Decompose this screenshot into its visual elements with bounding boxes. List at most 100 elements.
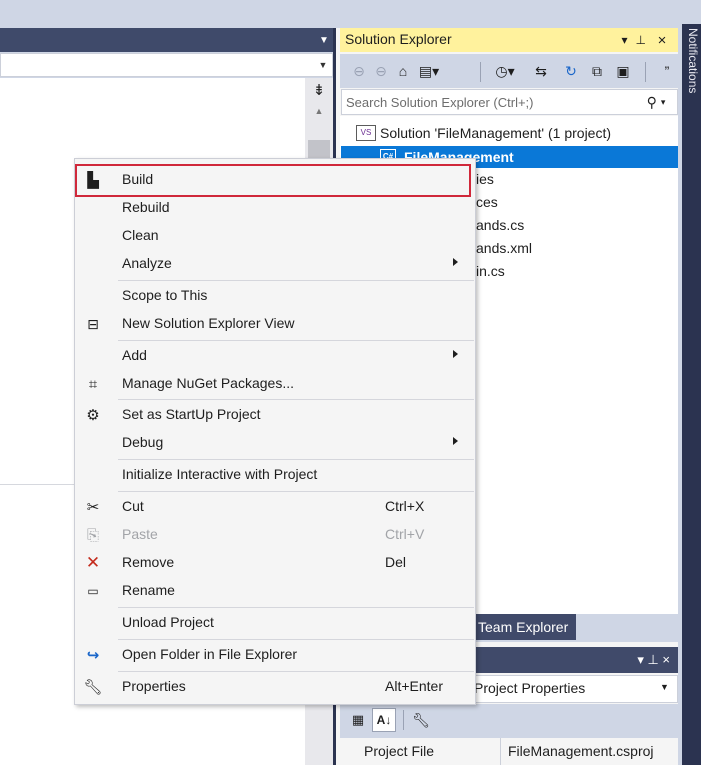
sync-icon[interactable]: ⇆ (530, 60, 552, 82)
menu-item-debug[interactable]: Debug (75, 429, 475, 457)
menu-item-label: Rename (122, 582, 175, 598)
menu-item-rebuild[interactable]: Rebuild (75, 194, 475, 222)
menu-item-label: Clean (122, 227, 159, 243)
menu-item-unload-project[interactable]: Unload Project (75, 609, 475, 637)
paste-icon: ⎘ (86, 526, 99, 544)
menu-item-label: Set as StartUp Project (122, 406, 261, 422)
menu-item-label: Unload Project (122, 614, 214, 630)
menu-item-paste[interactable]: ⎘ Paste Ctrl+V (75, 521, 475, 549)
tree-item[interactable]: ces (476, 191, 498, 213)
chevron-down-icon[interactable]: ▼ (660, 682, 669, 692)
alphabetical-icon[interactable]: A↓ (372, 708, 396, 732)
search-input[interactable] (346, 93, 626, 111)
wrench-icon: 🔧︎ (83, 679, 103, 696)
submenu-arrow-icon (453, 350, 458, 358)
menu-item-open-folder[interactable]: ↪ Open Folder in File Explorer (75, 641, 475, 669)
menu-item-add[interactable]: Add (75, 342, 475, 370)
tree-item[interactable]: in.cs (476, 260, 505, 282)
menu-item-shortcut: Ctrl+X (385, 498, 425, 514)
remove-icon: ✕ (85, 553, 101, 572)
menu-item-label: New Solution Explorer View (122, 315, 295, 331)
menu-item-cut[interactable]: ✂ Cut Ctrl+X (75, 493, 475, 521)
menu-item-label: Paste (122, 526, 158, 542)
tree-item[interactable]: ands.xml (476, 237, 532, 259)
tree-item-label: ands.cs (476, 217, 525, 233)
menu-item-label: Properties (122, 678, 186, 694)
close-icon[interactable]: × (652, 30, 672, 50)
menu-item-new-solution-explorer-view[interactable]: ⊟ New Solution Explorer View (75, 310, 475, 338)
solution-explorer-title: Solution Explorer (345, 31, 452, 47)
tree-item-label: ces (476, 194, 498, 210)
navigation-bar[interactable] (0, 53, 333, 77)
menu-item-manage-nuget[interactable]: ⌗ Manage NuGet Packages... (75, 370, 475, 398)
pending-changes-icon[interactable]: ◷▾ (490, 60, 520, 82)
property-pages-icon[interactable]: 🔧︎ (410, 709, 432, 731)
menu-item-label: Cut (122, 498, 144, 514)
auto-hide-pin-icon[interactable]: ⊥ (636, 33, 646, 47)
toolbar-separator (645, 62, 646, 82)
collapse-all-icon[interactable]: ⧉ (586, 60, 608, 82)
properties-window-controls[interactable]: ▾ ⊥ × (610, 650, 670, 670)
tree-item[interactable]: ands.cs (476, 214, 524, 236)
menu-separator (118, 639, 474, 640)
tree-item-label: Solution 'FileManagement' (1 project) (380, 125, 612, 141)
grid-column-separator (500, 738, 501, 765)
menu-separator (118, 459, 474, 460)
solution-icon: VS (356, 125, 376, 141)
refresh-icon[interactable]: ↻ (560, 60, 582, 82)
property-value[interactable]: FileManagement.csproj (508, 743, 654, 759)
forward-icon[interactable]: ⊖ (370, 60, 392, 82)
menu-separator (118, 491, 474, 492)
menu-item-label: Debug (122, 434, 164, 450)
navigation-dropdown-icon[interactable]: ▼ (316, 56, 330, 74)
menu-separator (118, 607, 474, 608)
toolbar-separator (403, 710, 404, 730)
menu-item-label: Initialize Interactive with Project (122, 466, 318, 482)
scissors-icon: ✂ (86, 499, 100, 516)
menu-separator (118, 280, 474, 281)
menu-item-shortcut: Del (385, 554, 407, 570)
menu-item-initialize-interactive[interactable]: Initialize Interactive with Project (75, 461, 475, 489)
rename-icon: ▭ (87, 584, 99, 598)
menu-item-shortcut: Alt+Enter (385, 678, 443, 694)
menu-separator (118, 399, 474, 400)
menu-item-rename[interactable]: ▭ Rename (75, 577, 475, 605)
more-icon[interactable]: ” (656, 60, 678, 82)
tree-item-label: ands.xml (476, 240, 533, 256)
split-editor-icon[interactable]: ⇟ (307, 80, 331, 100)
categorized-icon[interactable]: ▦ (348, 709, 368, 731)
document-tab-strip (0, 28, 336, 52)
menu-item-properties[interactable]: 🔧︎ Properties Alt+Enter (75, 673, 475, 701)
tree-item-solution[interactable]: VS Solution 'FileManagement' (1 project) (356, 122, 611, 144)
menu-item-label: Open Folder in File Explorer (122, 646, 298, 662)
show-all-files-icon[interactable]: ▣ (612, 60, 634, 82)
title-area (0, 0, 701, 24)
tab-list-dropdown-icon[interactable]: ▼ (314, 28, 334, 52)
open-folder-icon: ↪ (86, 647, 100, 664)
back-icon[interactable]: ⊖ (348, 60, 370, 82)
search-icon[interactable]: ⚲ ▾ (638, 91, 674, 113)
home-icon[interactable]: ⌂ (392, 60, 414, 82)
pin-icon[interactable]: ▾ ⊥ (606, 30, 646, 50)
menu-item-label: Scope to This (122, 287, 208, 303)
menu-separator (118, 340, 474, 341)
menu-item-scope-to-this[interactable]: Scope to This (75, 282, 475, 310)
switch-views-icon[interactable]: ▤▾ (414, 60, 444, 82)
menu-item-analyze[interactable]: Analyze (75, 250, 475, 278)
menu-item-clean[interactable]: Clean (75, 222, 475, 250)
menu-item-remove[interactable]: ✕ Remove Del (75, 549, 475, 577)
scroll-up-icon[interactable]: ▲ (310, 104, 328, 118)
nuget-icon: ⌗ (88, 375, 98, 393)
menu-item-shortcut: Ctrl+V (385, 526, 425, 542)
tab-team-explorer[interactable]: Team Explorer (472, 614, 576, 640)
tree-item-label: in.cs (476, 263, 505, 279)
menu-separator (118, 671, 474, 672)
window-position-icon[interactable]: ▾ (622, 33, 628, 47)
notifications-tab[interactable]: Notifications (684, 28, 700, 138)
submenu-arrow-icon (453, 258, 458, 266)
property-name[interactable]: Project File (364, 743, 434, 759)
tree-item[interactable]: ies (476, 168, 494, 190)
menu-item-label: Analyze (122, 255, 172, 271)
new-view-icon: ⊟ (87, 315, 99, 332)
menu-item-set-startup[interactable]: ⚙ Set as StartUp Project (75, 401, 475, 429)
